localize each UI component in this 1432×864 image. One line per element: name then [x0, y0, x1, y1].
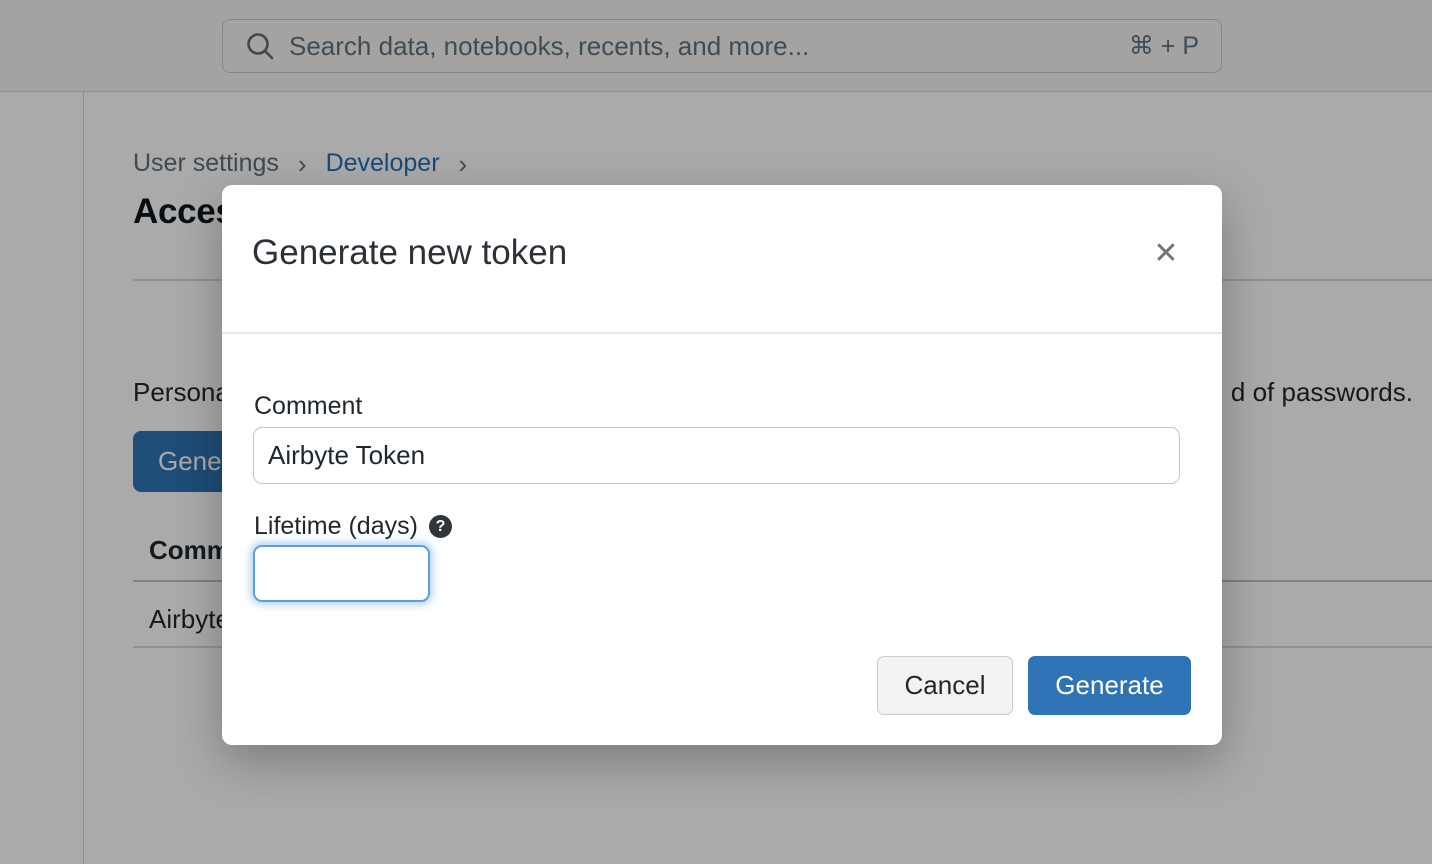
dialog-title: Generate new token: [252, 233, 567, 273]
close-icon[interactable]: ✕: [1146, 234, 1186, 274]
cancel-button[interactable]: Cancel: [877, 656, 1013, 715]
help-icon[interactable]: ?: [429, 515, 452, 538]
comment-label: Comment: [254, 392, 362, 421]
comment-input[interactable]: [253, 427, 1180, 484]
generate-token-dialog: Generate new token ✕ Comment Lifetime (d…: [222, 185, 1222, 745]
lifetime-label: Lifetime (days) ?: [254, 512, 452, 541]
lifetime-days-input[interactable]: [253, 545, 430, 602]
generate-button[interactable]: Generate: [1028, 656, 1191, 715]
dialog-header-divider: [222, 332, 1222, 334]
dialog-footer: Cancel Generate: [877, 656, 1191, 715]
lifetime-label-text: Lifetime (days): [254, 512, 418, 541]
